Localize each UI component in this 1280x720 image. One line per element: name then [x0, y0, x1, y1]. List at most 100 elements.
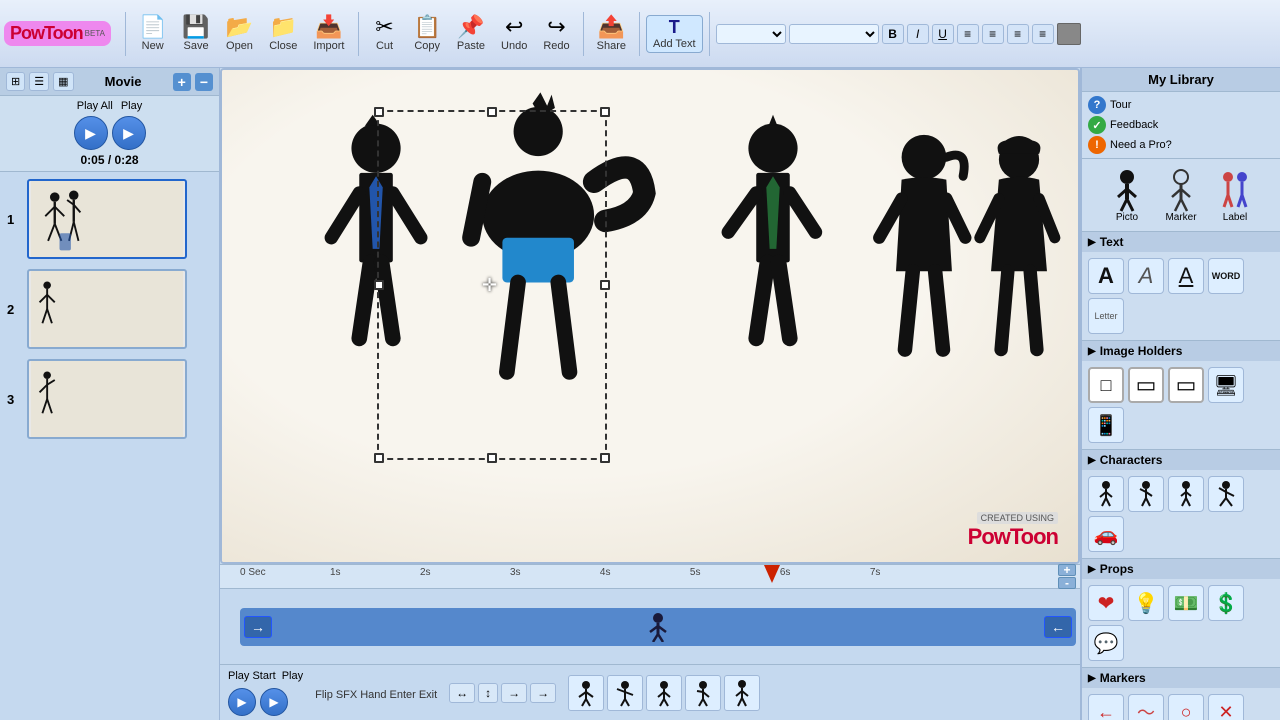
align-left-button[interactable]: ≡: [957, 24, 979, 44]
need-pro-link[interactable]: ! Need a Pro?: [1088, 136, 1274, 154]
timeline-zoom-controls: + -: [1058, 564, 1076, 589]
import-button[interactable]: 📥 Import: [306, 13, 351, 55]
align-right-button[interactable]: ≡: [1007, 24, 1029, 44]
slide-item[interactable]: 2: [4, 266, 215, 352]
slide-number: 1: [7, 212, 21, 227]
slide-item[interactable]: 1: [4, 176, 215, 262]
tour-link[interactable]: ? Tour: [1088, 96, 1274, 114]
text-item-A1[interactable]: A: [1088, 258, 1124, 294]
remove-slide-button[interactable]: −: [195, 73, 213, 91]
anim-thumb-3[interactable]: [646, 675, 682, 711]
size-selector[interactable]: [789, 24, 879, 44]
play-all-button[interactable]: ▶: [74, 116, 108, 150]
text-item-A2[interactable]: A: [1128, 258, 1164, 294]
font-selector[interactable]: [716, 24, 786, 44]
flip-v-button[interactable]: ↕: [478, 683, 498, 703]
canvas-figures: [222, 70, 1078, 562]
text-item-A3[interactable]: A: [1168, 258, 1204, 294]
marker-type[interactable]: Marker: [1158, 165, 1204, 225]
prop-bulb[interactable]: 💡: [1128, 585, 1164, 621]
canvas[interactable]: ✛ CREATED USING PowToon: [220, 68, 1080, 564]
prop-dollar[interactable]: 💲: [1208, 585, 1244, 621]
anim-thumb-1[interactable]: [568, 675, 604, 711]
underline-button[interactable]: U: [932, 24, 954, 44]
bottom-play-button[interactable]: ▶: [260, 688, 288, 716]
slide-thumbnail[interactable]: [27, 269, 187, 349]
cut-button[interactable]: ✂ Cut: [365, 13, 405, 55]
close-button[interactable]: 📁 Close: [262, 13, 304, 55]
save-button[interactable]: 💾 Save: [175, 13, 216, 55]
playhead-marker[interactable]: [764, 565, 780, 583]
arrow-right2-button[interactable]: →: [530, 683, 556, 703]
holder-square[interactable]: □: [1088, 367, 1124, 403]
share-button[interactable]: 📤 Share: [590, 13, 633, 55]
italic-button[interactable]: I: [907, 24, 929, 44]
holder-rect1[interactable]: ▭: [1128, 367, 1164, 403]
flip-h-button[interactable]: ↔: [449, 683, 475, 703]
zoom-in-button[interactable]: +: [1058, 564, 1076, 576]
paste-button[interactable]: 📌 Paste: [450, 13, 492, 55]
anim-thumb-4[interactable]: [685, 675, 721, 711]
flip-label: Flip: [315, 689, 333, 701]
slide-thumbnail[interactable]: [27, 359, 187, 439]
list-view-button[interactable]: ☰: [29, 72, 49, 91]
markers-header[interactable]: ▶ Markers: [1082, 668, 1280, 688]
text-item-word[interactable]: WORD: [1208, 258, 1244, 294]
timeline-figure-icon: [642, 612, 674, 642]
arrow-right-button[interactable]: →: [501, 683, 527, 703]
grid-view-button[interactable]: ⊞: [6, 72, 25, 91]
undo-button[interactable]: ↩ Undo: [494, 13, 534, 55]
anim-thumb-5[interactable]: [724, 675, 760, 711]
add-slide-button[interactable]: +: [173, 73, 191, 91]
text-color-swatch[interactable]: [1057, 23, 1081, 45]
prop-money[interactable]: 💵: [1168, 585, 1204, 621]
marker-squiggle[interactable]: 〜: [1128, 694, 1164, 720]
holder-monitor[interactable]: 🖥: [1208, 367, 1244, 403]
prop-bubble[interactable]: 💬: [1088, 625, 1124, 661]
align-justify-button[interactable]: ≡: [1032, 24, 1054, 44]
center-area: ✛ CREATED USING PowToon 0 Sec 1s 2s 3s: [220, 68, 1080, 720]
slide-thumbnail[interactable]: [27, 179, 187, 259]
timeline-right-arrow[interactable]: ←: [1044, 616, 1072, 638]
char-item-3[interactable]: [1168, 476, 1204, 512]
slide-number: 2: [7, 302, 21, 317]
copy-button[interactable]: 📋 Copy: [407, 13, 448, 55]
play-button[interactable]: ▶: [112, 116, 146, 150]
timeline-track-inner[interactable]: → ←: [240, 608, 1076, 646]
text-item-letter[interactable]: Letter: [1088, 298, 1124, 334]
markers-triangle-icon: ▶: [1088, 673, 1096, 684]
filmstrip-view-button[interactable]: ▦: [53, 72, 73, 91]
image-holders-header[interactable]: ▶ Image Holders: [1082, 341, 1280, 361]
timeline-left-arrow[interactable]: →: [244, 616, 272, 638]
new-button[interactable]: 📄 New: [132, 13, 173, 55]
char-item-4[interactable]: [1208, 476, 1244, 512]
char-item-car[interactable]: 🚗: [1088, 516, 1124, 552]
characters-header[interactable]: ▶ Characters: [1082, 450, 1280, 470]
bottom-play-all-button[interactable]: ▶: [228, 688, 256, 716]
picto-type[interactable]: Picto: [1104, 165, 1150, 225]
align-center-button[interactable]: ≡: [982, 24, 1004, 44]
share-icon: 📤: [598, 16, 625, 38]
marker-arrow[interactable]: ←: [1088, 694, 1124, 720]
holder-rect2[interactable]: ▭: [1168, 367, 1204, 403]
zoom-out-button[interactable]: -: [1058, 577, 1076, 589]
open-button[interactable]: 📂 Open: [219, 13, 260, 55]
image-holders-section: ▶ Image Holders □ ▭ ▭ 🖥 📱: [1082, 341, 1280, 450]
marker-circle[interactable]: ○: [1168, 694, 1204, 720]
redo-button[interactable]: ↪ Redo: [536, 13, 576, 55]
anim-thumb-2[interactable]: [607, 675, 643, 711]
char-item-1[interactable]: [1088, 476, 1124, 512]
feedback-link[interactable]: ✓ Feedback: [1088, 116, 1274, 134]
add-text-button[interactable]: T Add Text: [646, 15, 703, 53]
marker-cross[interactable]: ✕: [1208, 694, 1244, 720]
text-section-header[interactable]: ▶ Text: [1082, 232, 1280, 252]
props-header[interactable]: ▶ Props: [1082, 559, 1280, 579]
undo-label: Undo: [501, 40, 527, 52]
char-item-2[interactable]: [1128, 476, 1164, 512]
play-start-label: Play Start: [228, 670, 276, 682]
prop-heart[interactable]: ❤: [1088, 585, 1124, 621]
holder-tablet[interactable]: 📱: [1088, 407, 1124, 443]
bold-button[interactable]: B: [882, 24, 904, 44]
label-type[interactable]: Label: [1212, 165, 1258, 225]
slide-item[interactable]: 3: [4, 356, 215, 442]
